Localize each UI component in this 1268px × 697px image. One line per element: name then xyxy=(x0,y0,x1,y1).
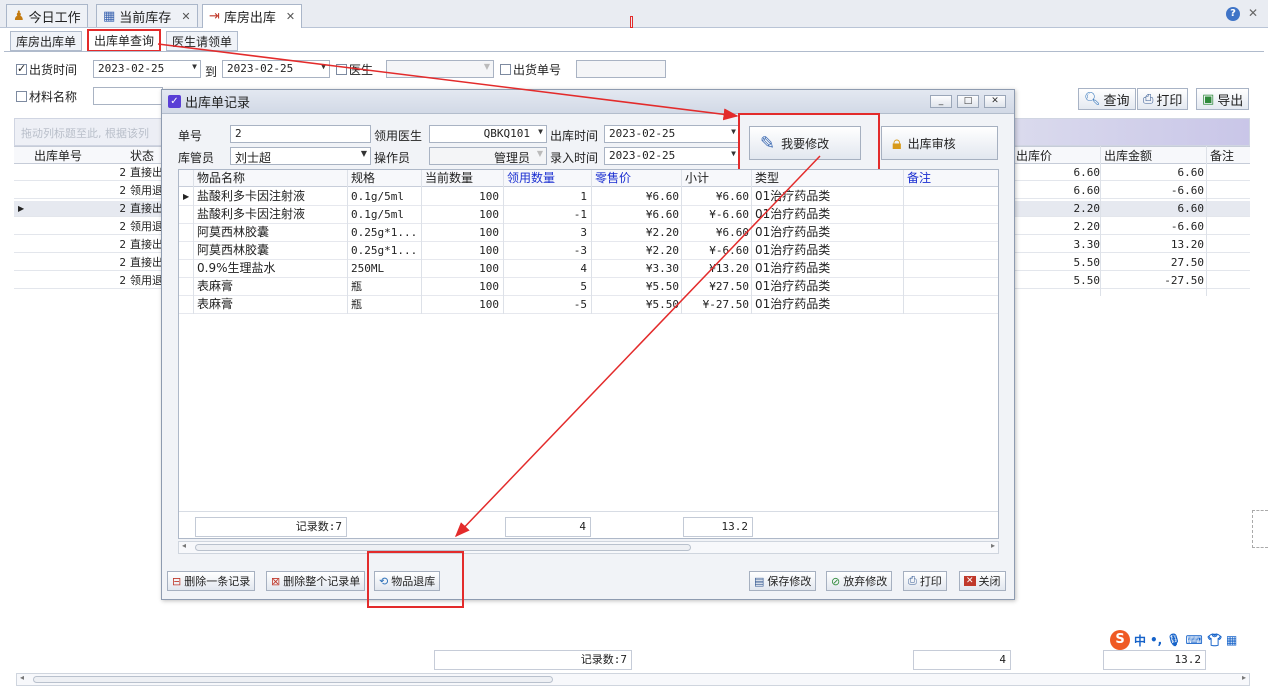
arrow-to-return xyxy=(454,155,821,538)
arrow-to-modify xyxy=(157,43,739,121)
annotation-arrows xyxy=(157,43,821,538)
